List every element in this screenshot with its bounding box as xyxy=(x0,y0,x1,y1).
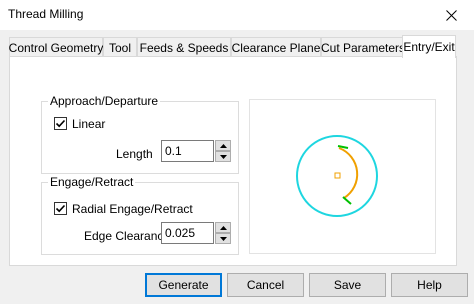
approach-departure-group: Approach/Departure Linear Length xyxy=(41,94,239,174)
tab-entry-exit[interactable]: Entry/Exit xyxy=(402,35,456,58)
checkmark-icon xyxy=(55,119,66,128)
cancel-button[interactable]: Cancel xyxy=(227,273,304,297)
radial-engage-checkbox[interactable] xyxy=(54,202,67,215)
engage-retract-group: Engage/Retract Radial Engage/Retract Edg… xyxy=(41,175,239,255)
arrow-down-icon xyxy=(219,236,227,241)
window-title: Thread Milling xyxy=(8,7,84,21)
arrow-up-icon xyxy=(219,225,227,230)
toolpath-diagram xyxy=(296,135,378,217)
thread-circle xyxy=(296,135,378,217)
length-input[interactable] xyxy=(161,140,214,162)
toolpath-preview xyxy=(249,99,436,254)
tab-feeds-speeds[interactable]: Feeds & Speeds xyxy=(137,37,231,57)
linear-label: Linear xyxy=(72,117,106,131)
edge-clearance-input[interactable] xyxy=(161,222,214,244)
length-spinner xyxy=(215,140,231,162)
tab-panel-entry-exit: Approach/Departure Linear Length Engage/… xyxy=(9,56,457,266)
tab-control-geometry[interactable]: Control Geometry xyxy=(9,37,103,57)
arrow-down-icon xyxy=(219,154,227,159)
help-button[interactable]: Help xyxy=(391,273,468,297)
length-spin-up-button[interactable] xyxy=(215,140,231,151)
close-icon xyxy=(445,9,457,21)
generate-button[interactable]: Generate xyxy=(145,273,222,297)
tab-cut-parameters[interactable]: Cut Parameters xyxy=(321,37,405,57)
length-label: Length xyxy=(116,147,153,161)
edge-clearance-spinner xyxy=(215,222,231,244)
engage-retract-legend: Engage/Retract xyxy=(48,175,136,189)
length-spin-down-button[interactable] xyxy=(215,151,231,162)
center-marker xyxy=(334,172,341,179)
radial-engage-label: Radial Engage/Retract xyxy=(72,202,193,216)
checkmark-icon xyxy=(55,204,66,213)
arrow-up-icon xyxy=(219,143,227,148)
entry-exit-arc xyxy=(338,147,359,199)
title-bar: Thread Milling xyxy=(0,0,474,30)
linear-checkbox[interactable] xyxy=(54,117,67,130)
tab-clearance-plane[interactable]: Clearance Plane xyxy=(231,37,321,57)
edge-spin-down-button[interactable] xyxy=(215,233,231,244)
approach-departure-legend: Approach/Departure xyxy=(48,94,161,108)
tab-tool[interactable]: Tool xyxy=(103,37,137,57)
edge-spin-up-button[interactable] xyxy=(215,222,231,233)
save-button[interactable]: Save xyxy=(309,273,386,297)
edge-clearance-label: Edge Clearance xyxy=(84,229,171,243)
exit-tick xyxy=(342,196,352,205)
close-button[interactable] xyxy=(428,0,474,30)
